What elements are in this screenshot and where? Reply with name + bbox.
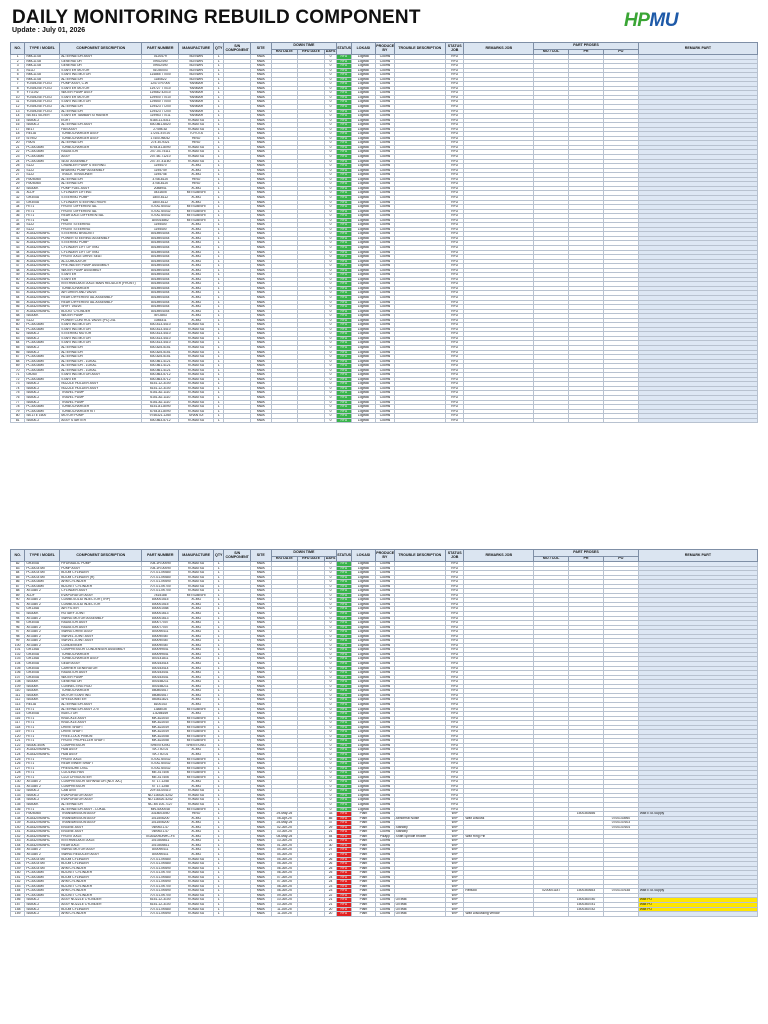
col-header-days: DAYS: [323, 556, 338, 562]
col-header-lokasi: LOKASI: [350, 42, 377, 55]
col-header-site: SITE: [250, 42, 272, 55]
col-header-no: NO.: [9, 549, 26, 562]
col-header-status: STATUS: [336, 42, 352, 55]
cell-days: 0: [323, 417, 338, 424]
cell-site: MWA: [250, 417, 272, 424]
cell-manufacture: KOMATSU: [178, 417, 215, 424]
cell-part-number: 600-863-5712: [141, 417, 180, 424]
cell-serial: [223, 417, 252, 424]
company-logo: HPMU: [624, 10, 678, 31]
col-header-lokasi: LOKASI: [350, 549, 377, 562]
cell-status: RFU: [336, 911, 352, 917]
col-header-pn: PART NUMBER: [141, 549, 180, 562]
table-row: 81 SB400-2 ASSY STARTER 600-863-5712 KOMATSU…: [9, 417, 759, 424]
monitoring-table-page-2: NO. TYPE / MODEL COMPONENT DESCRIPTION PART…: [9, 549, 759, 917]
cell-part-number: XGA4209DNHC-F4: [141, 833, 180, 840]
col-header-remarks: REMARKS JOB: [463, 549, 535, 562]
cell-remark-part: [637, 911, 759, 917]
cell-lokasi: Plant: [350, 911, 377, 917]
table-body: 1 NMCD-08 ALTERNATOR ASSY 0120479 BOSWIN 1 MWA…: [9, 54, 759, 424]
cell-pr: [568, 417, 604, 424]
cell-manufacture: KOMATSU: [178, 911, 215, 917]
col-header-sn: S/N COMPONENT: [223, 549, 252, 562]
cell-produce-by: Cooms: [375, 417, 395, 424]
col-header-desc: COMPONENT DESCRIPTION: [59, 42, 143, 55]
cell-trouble: [393, 417, 446, 424]
cell-rfu-date: [297, 417, 325, 424]
col-header-remark_part: REMARK PART: [637, 549, 759, 562]
col-header-qty: QTY: [213, 549, 225, 562]
table-row: 159 SB400-2 ARM CYLINDER 707-01-0K690 KOMATS…: [9, 911, 759, 917]
cell-lokasi: Logistik: [350, 417, 377, 424]
col-header-status_job: STATUS JOB: [444, 42, 465, 55]
cell-mo: [533, 911, 570, 917]
col-header-part_proses: PART PROSES: [533, 549, 639, 557]
cell-description: ASSY STARTER: [59, 417, 143, 424]
col-header-downtime: DOWN TIME: [270, 42, 338, 50]
col-header-mfr: MANUFACTURE: [178, 549, 215, 562]
cell-status-job: WIP: [444, 911, 465, 917]
cell-po: [602, 417, 639, 424]
col-header-part_proses: PART PROSES: [533, 42, 639, 50]
cell-mo: [533, 417, 570, 424]
monitoring-table-page-1: NO. TYPE / MODEL COMPONENT DESCRIPTION PART…: [9, 42, 759, 424]
cell-days: 20: [323, 911, 338, 917]
cell-description: INTERMEDIATE AXLE MAIN REDUCER (FRONT): [59, 281, 143, 287]
cell-po: [602, 911, 639, 917]
cell-site: MWA: [250, 911, 272, 917]
cell-qty: 1: [213, 911, 225, 917]
table-header: NO. TYPE / MODEL COMPONENT DESCRIPTION PART…: [9, 42, 759, 55]
col-header-no: NO.: [9, 42, 26, 55]
col-header-qty: QTY: [213, 42, 225, 55]
col-header-site: SITE: [250, 549, 272, 562]
cell-no: 81: [9, 417, 26, 424]
cell-description: ARM CYLINDER: [59, 911, 143, 917]
table-header: NO. TYPE / MODEL COMPONENT DESCRIPTION PART…: [9, 549, 759, 562]
col-header-remarks: REMARKS JOB: [463, 42, 535, 55]
cell-qty: 1: [213, 417, 225, 424]
col-header-type: TYPE / MODEL: [24, 549, 61, 562]
col-header-pn: PART NUMBER: [141, 42, 180, 55]
cell-pr: [568, 911, 604, 917]
cell-type: SB400-2: [24, 417, 61, 424]
cell-type: SB400-2: [24, 911, 61, 917]
cell-remarks-job: Wait Discussing vendor: [463, 911, 535, 917]
col-header-status: STATUS: [336, 549, 352, 562]
col-header-downtime: DOWN TIME: [270, 549, 338, 557]
cell-produce-by: Cooms: [375, 911, 395, 917]
col-header-trouble: TROUBLE DESCRIPTION: [393, 549, 446, 562]
col-header-type: TYPE / MODEL: [24, 42, 61, 55]
col-header-days: DAYS: [323, 49, 338, 55]
col-header-status_job: STATUS JOB: [444, 549, 465, 562]
cell-status: RFU: [336, 417, 352, 424]
update-date: Update : July 01, 2026: [12, 27, 86, 34]
cell-remark-part: [637, 417, 759, 424]
col-header-desc: COMPONENT DESCRIPTION: [59, 549, 143, 562]
cell-serial: [223, 911, 252, 917]
col-header-sn: S/N COMPONENT: [223, 42, 252, 55]
cell-trouble: Oil leak: [393, 911, 446, 917]
table-body: 82 GR300A HYDRAULIC PUMP 708-1H-00090 KOMATS…: [9, 561, 759, 917]
col-header-trouble: TROUBLE DESCRIPTION: [393, 42, 446, 55]
page-title: DAILY MONITORING REBUILD COMPONENT: [12, 7, 421, 28]
cell-ro-date: 11-Jun-25: [270, 911, 299, 917]
col-header-produce: PRODUCE BY: [375, 549, 395, 562]
cell-rfu-date: [297, 911, 325, 917]
cell-status-job: RFU: [444, 417, 465, 424]
col-header-remark_part: REMARK PART: [637, 42, 759, 55]
cell-part-number: 707-01-0K690: [141, 911, 180, 917]
col-header-mfr: MANUFACTURE: [178, 42, 215, 55]
cell-no: 159: [9, 911, 26, 917]
col-header-produce: PRODUCE BY: [375, 42, 395, 55]
cell-ro-date: [270, 417, 299, 424]
cell-remarks-job: [463, 417, 535, 424]
